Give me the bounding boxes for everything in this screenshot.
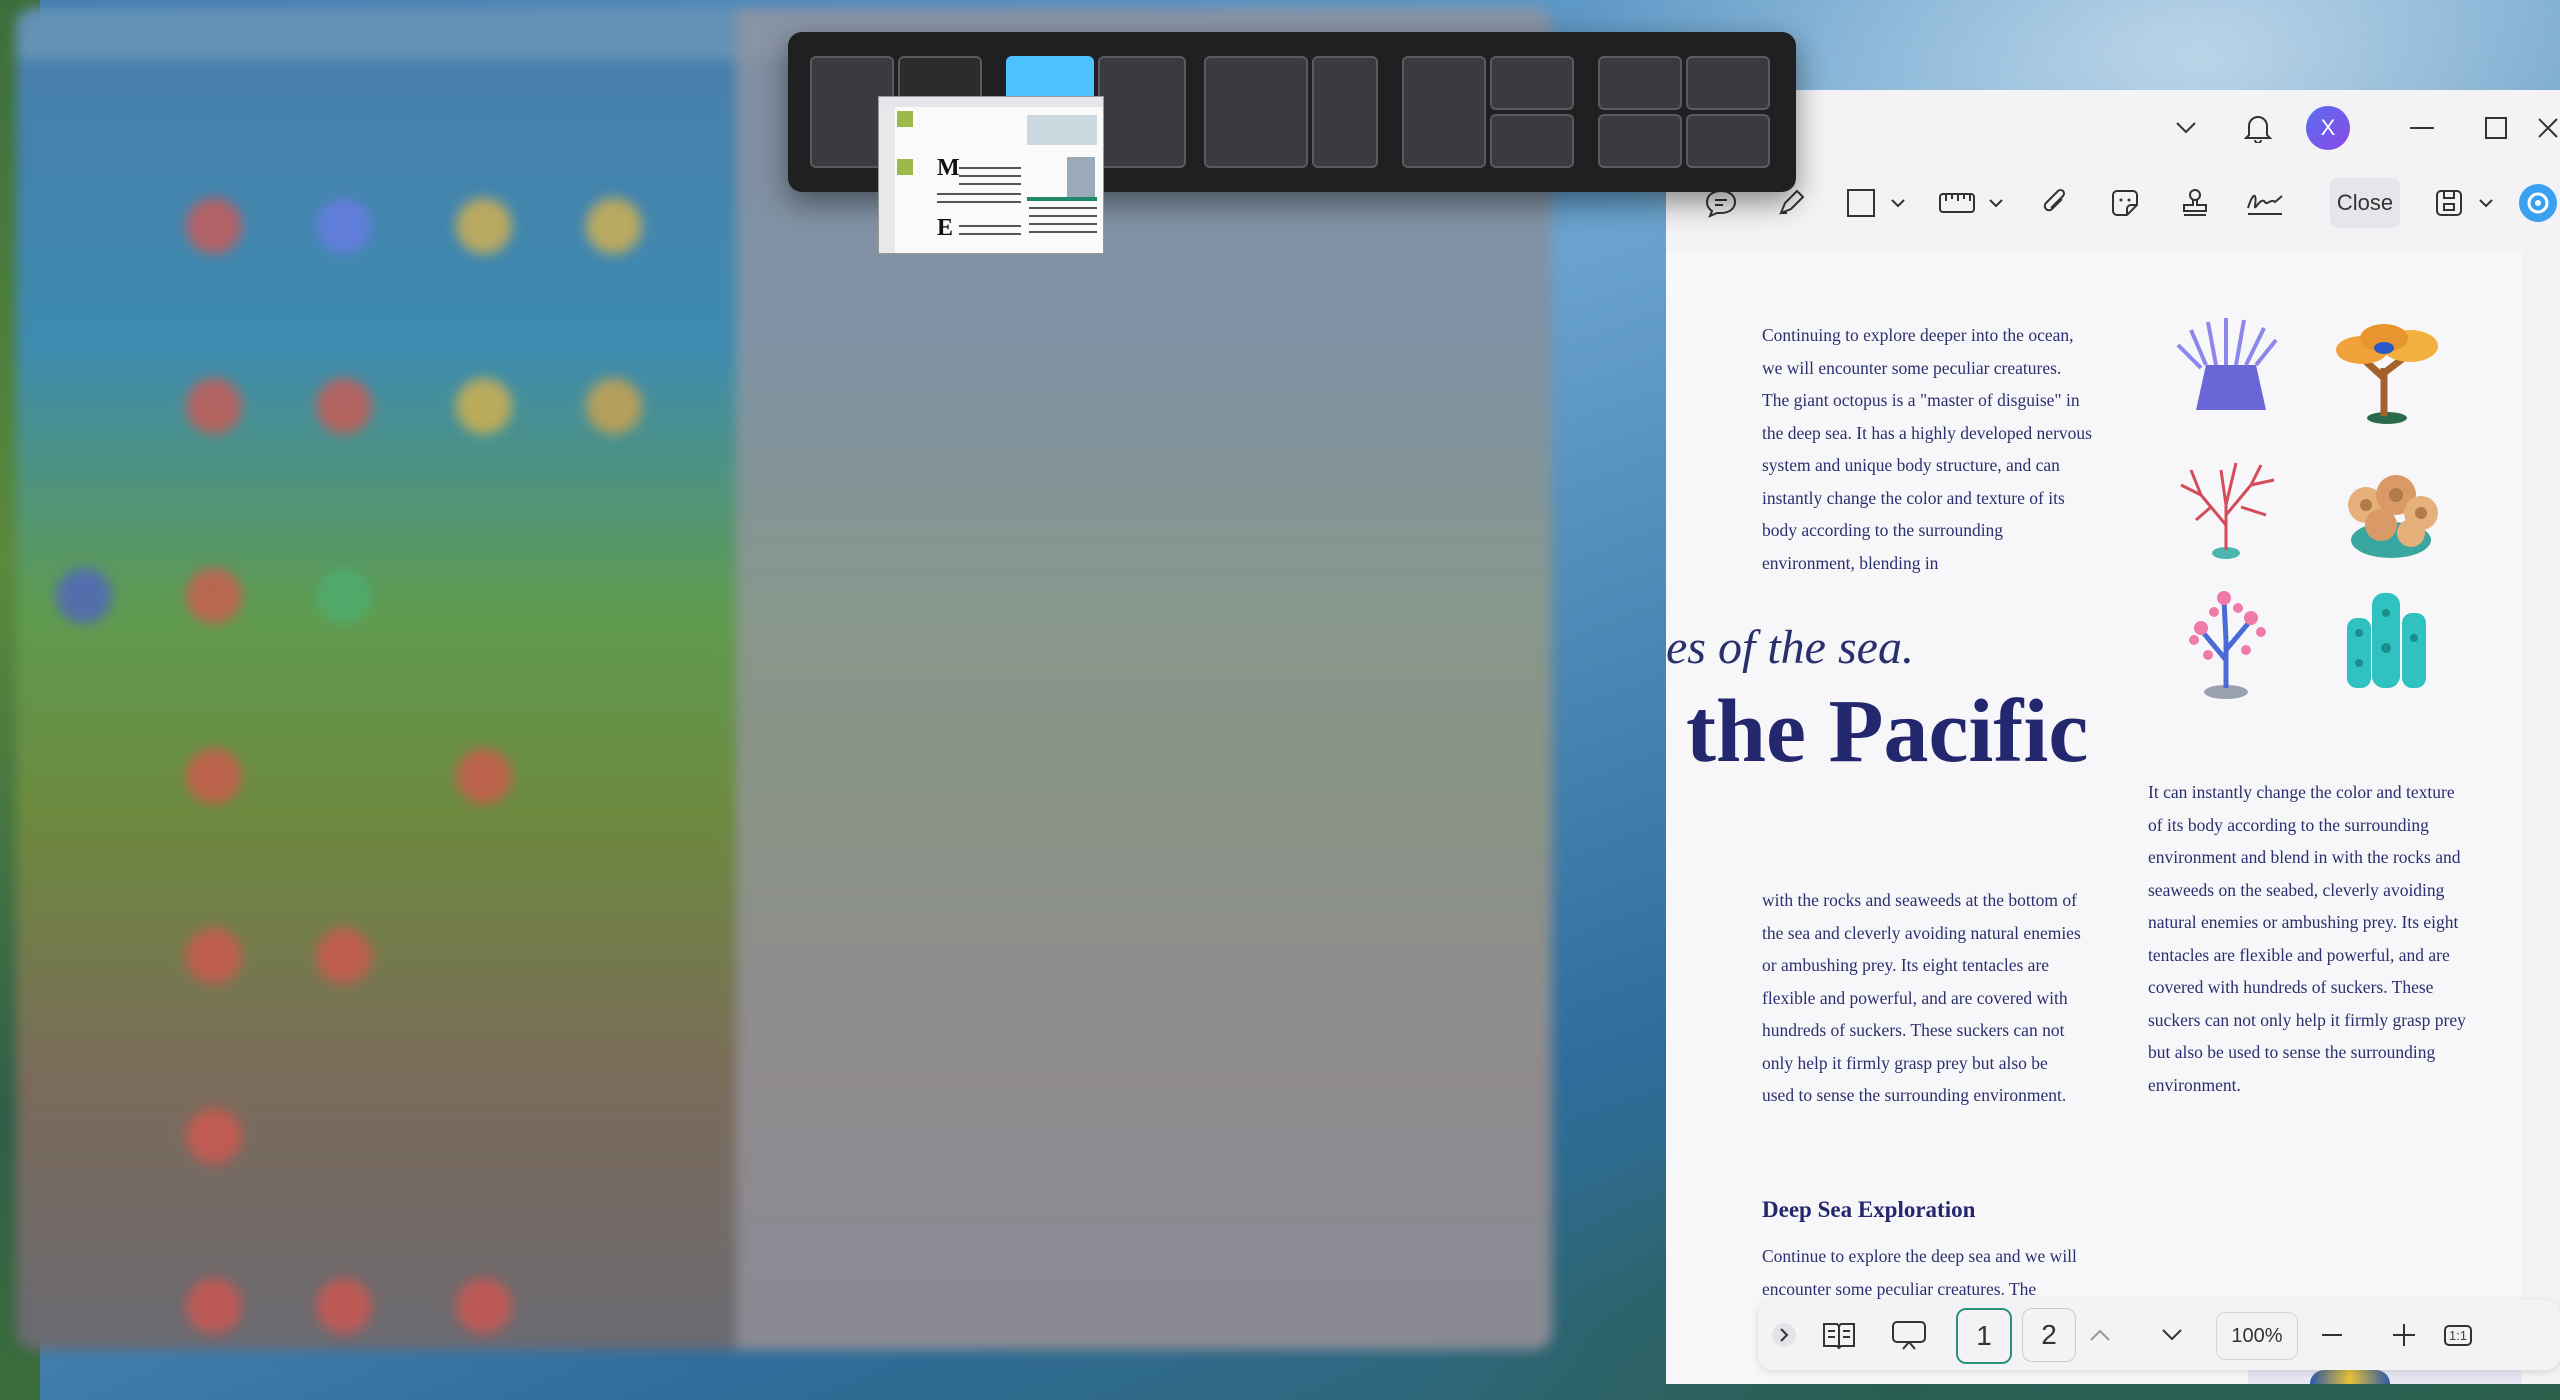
zoom-out-icon[interactable] <box>2312 1310 2352 1360</box>
snap-zone-quad-top-left[interactable] <box>1598 56 1682 110</box>
page-title: the Pacific <box>1686 682 2089 781</box>
document-page: Continuing to explore deeper into the oc… <box>1666 250 2522 1384</box>
chevron-down-icon[interactable] <box>1886 178 1910 228</box>
minimize-icon[interactable] <box>2392 106 2452 150</box>
sticker-icon[interactable] <box>2100 178 2150 228</box>
save-icon[interactable] <box>2424 178 2474 228</box>
rectangle-icon[interactable] <box>1836 178 1886 228</box>
paragraph-bottom-left: with the rocks and seaweeds at the botto… <box>1762 890 2081 1105</box>
coral-image <box>2166 445 2296 570</box>
coral-image <box>2322 578 2452 703</box>
paragraph-top-left: Continuing to explore deeper into the oc… <box>1762 325 2092 573</box>
snap-zone-top-right[interactable] <box>1490 56 1574 110</box>
page-up-icon[interactable] <box>2078 1310 2122 1360</box>
snap-zone-left-column[interactable] <box>1402 56 1486 168</box>
stamp-icon[interactable] <box>2170 178 2220 228</box>
presentation-icon[interactable] <box>1884 1310 1934 1360</box>
snap-zone-left-two-thirds-alt[interactable] <box>1204 56 1308 168</box>
paragraph-section: Continue to explore the deep sea and we … <box>1762 1246 2077 1299</box>
attachment-icon[interactable] <box>2030 178 2080 228</box>
chevron-down-icon[interactable] <box>2474 178 2498 228</box>
zoom-level[interactable]: 100% <box>2216 1312 2298 1360</box>
zoom-in-icon[interactable] <box>2384 1310 2424 1360</box>
snap-zone-quad-bottom-right[interactable] <box>1686 114 1770 168</box>
coral-image <box>2322 308 2452 433</box>
section-heading: Deep Sea Exploration <box>1762 1197 1976 1222</box>
page-number-2[interactable]: 2 <box>2022 1308 2076 1362</box>
page-number-current[interactable]: 1 <box>1956 1308 2012 1364</box>
chevron-down-icon[interactable] <box>1984 178 2008 228</box>
ai-assistant-icon[interactable] <box>2516 178 2560 228</box>
chevron-down-icon[interactable] <box>2164 106 2208 150</box>
bell-icon[interactable] <box>2236 106 2280 150</box>
title-bar: X <box>1666 90 2560 168</box>
fit-actual-size-button[interactable]: 1:1 <box>2438 1310 2478 1360</box>
snap-zone-right-third-alt[interactable] <box>1312 56 1378 168</box>
paragraph-right: It can instantly change the color and te… <box>2148 782 2466 1095</box>
annotation-toolbar: Close <box>1666 168 2560 240</box>
dragged-window-thumbnail: M E <box>878 96 1104 254</box>
page-down-icon[interactable] <box>2150 1310 2194 1360</box>
blurred-background-window <box>16 8 1552 1350</box>
fish-image <box>2248 1370 2522 1384</box>
signature-icon[interactable] <box>2240 178 2290 228</box>
snap-zone-quad-top-right[interactable] <box>1686 56 1770 110</box>
snap-zone-quad-bottom-left[interactable] <box>1598 114 1682 168</box>
coral-image <box>2166 580 2296 705</box>
close-annotation-button[interactable]: Close <box>2330 178 2400 228</box>
reading-mode-icon[interactable] <box>1814 1310 1864 1360</box>
pdf-reader-window: X Close Continuing to explore deeper int… <box>1666 90 2560 1384</box>
page-navigation-bar: 1 2 100% 1:1 <box>1758 1300 2560 1370</box>
coral-image <box>2166 310 2296 435</box>
measure-icon[interactable] <box>1932 178 1982 228</box>
expand-icon[interactable] <box>1764 1310 1804 1360</box>
fit-actual-size-label: 1:1 <box>2443 1324 2473 1346</box>
snap-zone-right-third[interactable] <box>1098 56 1186 168</box>
snap-zone-bottom-right[interactable] <box>1490 114 1574 168</box>
maximize-icon[interactable] <box>2466 106 2526 150</box>
close-icon[interactable] <box>2536 106 2560 150</box>
subtitle-line: es of the sea. <box>1666 621 1914 674</box>
avatar-initial: X <box>2320 115 2336 140</box>
coral-image <box>2326 445 2456 570</box>
avatar[interactable]: X <box>2306 106 2350 150</box>
